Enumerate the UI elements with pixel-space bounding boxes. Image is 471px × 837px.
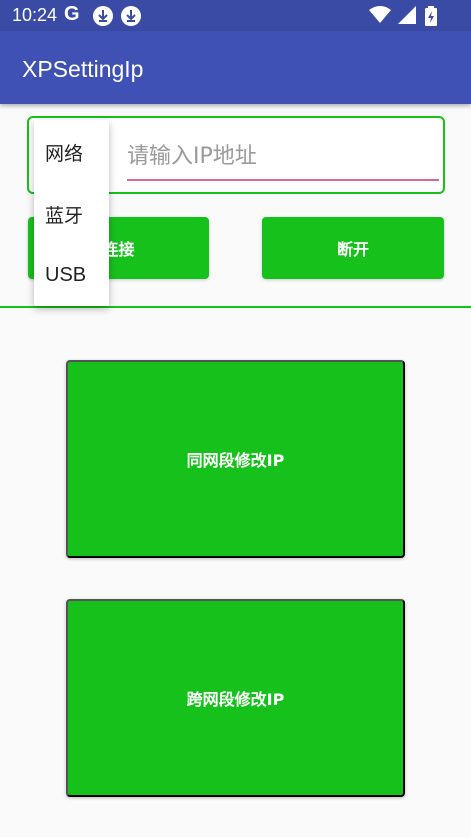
- app-bar: XPSettingIp: [0, 31, 471, 104]
- signal-icon: [397, 6, 416, 24]
- dropdown-item-bluetooth[interactable]: 蓝牙: [45, 201, 83, 228]
- cross-segment-modify-ip-button[interactable]: 跨网段修改IP: [66, 599, 405, 797]
- ip-address-input[interactable]: [127, 138, 439, 174]
- app-title: XPSettingIp: [22, 56, 144, 82]
- input-underline: [127, 179, 439, 181]
- status-right-icons: [368, 6, 437, 26]
- disconnect-button[interactable]: 断开: [262, 217, 444, 279]
- connection-type-dropdown: 网络 蓝牙 USB: [34, 120, 109, 306]
- status-time: 10:24: [12, 5, 58, 25]
- wifi-icon: [368, 6, 391, 23]
- same-segment-modify-ip-button[interactable]: 同网段修改IP: [66, 360, 405, 558]
- status-bar: 10:24 G: [0, 0, 471, 31]
- divider: [0, 306, 471, 308]
- download-icon: [121, 6, 141, 26]
- download-icon: [93, 6, 113, 26]
- google-icon: G: [64, 3, 80, 25]
- battery-charging-icon: [425, 6, 437, 26]
- dropdown-item-network[interactable]: 网络: [45, 139, 83, 166]
- dropdown-item-usb[interactable]: USB: [45, 264, 86, 287]
